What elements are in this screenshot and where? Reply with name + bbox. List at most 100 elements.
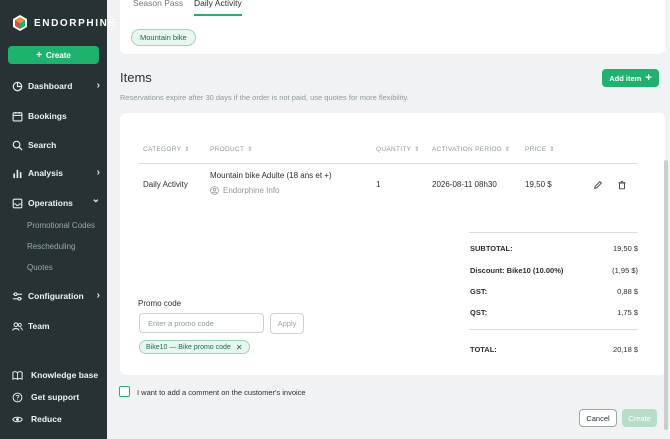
column-header-price[interactable]: PRICE ⇕: [525, 146, 555, 153]
sort-icon: ⇕: [504, 147, 511, 153]
sort-icon: ⇕: [184, 147, 190, 153]
add-item-button[interactable]: Add item +: [602, 69, 659, 87]
row-quantity: 1: [376, 180, 381, 189]
chevron-right-icon: ›: [96, 80, 100, 91]
sidebar-item-reduce[interactable]: Reduce: [12, 411, 100, 427]
items-card: CATEGORY ⇕ PRODUCT ⇕ QUANTITY ⇕ ACTIVATION …: [120, 113, 665, 375]
invoice-comment-checkbox[interactable]: [119, 386, 130, 397]
sidebar-item-label: Team: [28, 321, 50, 331]
endorphine-logo-icon: [13, 15, 27, 31]
chevron-right-icon: ›: [96, 290, 100, 301]
total-value: 20,18 $: [612, 345, 638, 354]
sidebar-item-bookings[interactable]: Bookings: [12, 108, 100, 124]
bar-chart-icon: [12, 168, 23, 179]
divider: [138, 163, 638, 164]
create-order-button[interactable]: Create: [622, 409, 657, 427]
book-icon: [12, 370, 23, 381]
divider: [469, 232, 638, 233]
plus-icon: +: [645, 72, 652, 84]
sidebar-item-label: Operations: [28, 198, 73, 208]
sidebar-subitem-promotional-codes[interactable]: Promotional Codes: [27, 221, 95, 230]
discount-value: (1,95 $): [612, 266, 638, 275]
tab-season-pass[interactable]: Season Pass: [133, 0, 183, 14]
apply-promo-button[interactable]: Apply: [270, 313, 304, 334]
sidebar-item-team[interactable]: Team: [12, 318, 100, 334]
pie-chart-icon: [12, 81, 23, 92]
plus-icon: +: [36, 49, 42, 61]
header-label: PRICE: [525, 146, 547, 153]
owner-name: Endorphine Info: [223, 186, 280, 195]
gst-value: 0,88 $: [617, 287, 638, 296]
sidebar-item-label: Get support: [31, 392, 80, 402]
sliders-icon: [12, 291, 23, 302]
column-header-quantity[interactable]: QUANTITY ⇕: [376, 146, 420, 153]
reservation-note: Reservations expire after 30 days if the…: [120, 93, 409, 102]
chevron-down-icon: ⌄: [91, 194, 100, 205]
promo-code-input[interactable]: Enter a promo code: [139, 313, 264, 333]
header-label: ACTIVATION PERIOD: [432, 146, 502, 153]
row-product: Mountain bike Adulte (18 ans et +): [210, 171, 332, 180]
sidebar-item-label: Search: [28, 140, 57, 150]
mountain-bike-tag[interactable]: Mountain bike: [131, 29, 196, 46]
sidebar-item-get-support[interactable]: Get support: [12, 389, 100, 405]
column-header-product[interactable]: PRODUCT ⇕: [210, 146, 253, 153]
close-icon[interactable]: ✕: [236, 343, 243, 352]
sidebar: ENDORPHINE + Create Dashboard › Bookings…: [0, 0, 115, 439]
user-circle-icon: [210, 186, 219, 195]
qst-label: QST:: [470, 308, 488, 317]
divider: [469, 329, 638, 330]
subtotal-label: SUBTOTAL:: [470, 244, 513, 253]
edit-pencil-icon[interactable]: [593, 180, 603, 190]
column-header-activation-period[interactable]: ACTIVATION PERIOD ⇕: [432, 146, 510, 153]
sidebar-item-knowledge-base[interactable]: Knowledge base: [12, 367, 100, 383]
sort-icon: ⇕: [414, 147, 420, 153]
cancel-button[interactable]: Cancel: [579, 409, 617, 427]
row-category: Daily Activity: [143, 180, 188, 189]
sidebar-item-label: Dashboard: [28, 81, 73, 91]
eye-icon: [12, 414, 23, 425]
sidebar-item-search[interactable]: Search: [12, 137, 100, 153]
sidebar-item-configuration[interactable]: Configuration ›: [12, 288, 100, 304]
brand-logo[interactable]: ENDORPHINE: [12, 15, 117, 31]
sidebar-item-label: Knowledge base: [31, 370, 99, 380]
gst-label: GST:: [470, 287, 488, 296]
header-label: PRODUCT: [210, 146, 245, 153]
sidebar-subitem-rescheduling[interactable]: Rescheduling: [27, 242, 75, 251]
sidebar-item-label: Configuration: [28, 291, 84, 301]
sidebar-item-label: Reduce: [31, 414, 62, 424]
row-product-owner: Endorphine Info: [210, 186, 280, 195]
sidebar-item-label: Analysis: [28, 168, 63, 178]
qst-value: 1,75 $: [617, 308, 638, 317]
chevron-right-icon: ›: [96, 167, 100, 178]
sidebar-subitem-quotes[interactable]: Quotes: [27, 263, 53, 272]
total-label: TOTAL:: [470, 345, 497, 354]
main-content: Season Pass Daily Activity Mountain bike…: [107, 0, 670, 439]
applied-promo-chip: Bike10 — Bike promo code ✕: [139, 340, 250, 354]
sidebar-item-operations[interactable]: Operations ⌄: [12, 194, 100, 211]
calendar-icon: [12, 111, 23, 122]
brand-name: ENDORPHINE: [34, 17, 117, 29]
applied-promo-label: Bike10 — Bike promo code: [146, 343, 231, 351]
create-button[interactable]: + Create: [8, 46, 99, 64]
search-icon: [12, 140, 23, 151]
row-price: 19,50 $: [525, 180, 552, 189]
help-icon: [12, 392, 23, 403]
sidebar-item-dashboard[interactable]: Dashboard ›: [12, 78, 100, 94]
promo-code-label: Promo code: [138, 299, 182, 308]
column-header-category[interactable]: CATEGORY ⇕: [143, 146, 190, 153]
header-label: QUANTITY: [376, 146, 412, 153]
create-button-label: Create: [45, 50, 71, 60]
sidebar-item-analysis[interactable]: Analysis ›: [12, 165, 100, 181]
row-activation-period: 2026-08-11 08h30: [432, 180, 497, 189]
sidebar-item-label: Bookings: [28, 111, 67, 121]
trash-icon[interactable]: [617, 180, 627, 190]
header-label: CATEGORY: [143, 146, 182, 153]
sort-icon: ⇕: [247, 147, 253, 153]
activity-tabs-card: Season Pass Daily Activity Mountain bike: [120, 0, 665, 54]
subtotal-value: 19,50 $: [612, 244, 638, 253]
tab-daily-activity[interactable]: Daily Activity: [194, 0, 242, 16]
scrollbar[interactable]: [664, 160, 668, 430]
invoice-comment-label: I want to add a comment on the customer'…: [137, 388, 306, 397]
sort-icon: ⇕: [549, 147, 555, 153]
items-title: Items: [120, 70, 152, 85]
